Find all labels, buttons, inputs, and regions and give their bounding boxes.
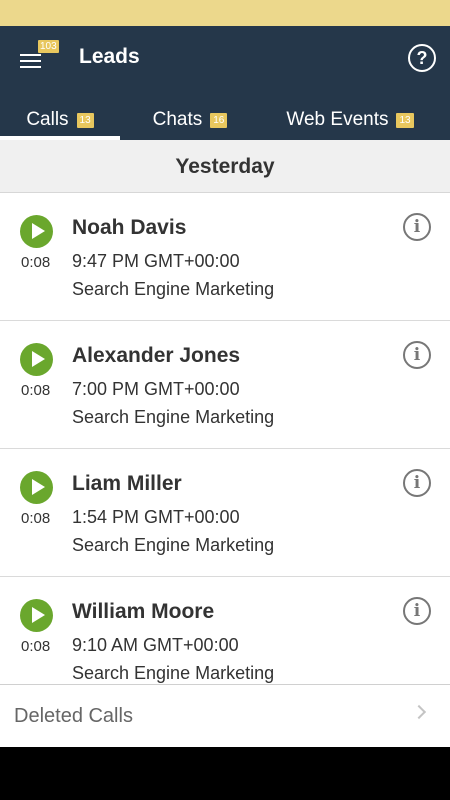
play-icon[interactable] bbox=[20, 599, 53, 632]
tab-calls-count: 13 bbox=[76, 112, 94, 128]
call-source: Search Engine Marketing bbox=[72, 663, 275, 683]
menu-button[interactable]: 103 bbox=[14, 40, 62, 78]
call-time: 1:54 PM GMT+00:00 bbox=[72, 507, 240, 527]
caller-name: Alexander Jones bbox=[72, 344, 241, 367]
list-item[interactable]: 0:08 Liam Miller 1:54 PM GMT+00:00 Searc… bbox=[0, 449, 450, 577]
play-icon[interactable] bbox=[20, 471, 53, 504]
call-duration: 0:08 bbox=[21, 510, 51, 527]
call-time: 7:00 PM GMT+00:00 bbox=[72, 379, 240, 399]
play-icon[interactable] bbox=[20, 343, 53, 376]
caller-name: William Moore bbox=[72, 600, 215, 623]
info-icon[interactable]: i bbox=[403, 213, 431, 241]
call-duration: 0:08 bbox=[21, 638, 51, 655]
menu-badge: 103 bbox=[38, 40, 59, 53]
help-icon[interactable]: ? bbox=[408, 44, 436, 72]
section-header: Yesterday bbox=[0, 140, 450, 193]
tab-chats-count: 16 bbox=[210, 112, 228, 128]
info-icon[interactable]: i bbox=[403, 597, 431, 625]
chevron-right-icon bbox=[411, 704, 427, 720]
list-item[interactable]: 0:08 William Moore 9:10 AM GMT+00:00 Sea… bbox=[0, 577, 450, 684]
call-duration: 0:08 bbox=[21, 254, 51, 271]
list-item[interactable]: 0:08 Alexander Jones 7:00 PM GMT+00:00 S… bbox=[0, 321, 450, 449]
deleted-calls-row[interactable]: Deleted Calls bbox=[0, 684, 450, 747]
caller-name: Noah Davis bbox=[72, 216, 187, 239]
call-source: Search Engine Marketing bbox=[72, 407, 275, 427]
tab-bar: Calls 13 Chats 16 Web Events 13 bbox=[0, 100, 450, 140]
hamburger-icon bbox=[20, 54, 41, 56]
info-icon[interactable]: i bbox=[403, 469, 431, 497]
tab-calls-label: Calls bbox=[26, 109, 69, 130]
system-nav-bar bbox=[0, 747, 450, 800]
call-time: 9:10 AM GMT+00:00 bbox=[72, 635, 239, 655]
tab-web-events-count: 13 bbox=[396, 112, 414, 128]
tab-web-events-label: Web Events bbox=[286, 109, 389, 130]
tab-chats[interactable]: Chats 16 bbox=[135, 100, 245, 140]
info-icon[interactable]: i bbox=[403, 341, 431, 369]
call-duration: 0:08 bbox=[21, 382, 51, 399]
deleted-calls-label: Deleted Calls bbox=[14, 705, 133, 727]
caller-name: Liam Miller bbox=[72, 472, 182, 495]
app-header: 103 Leads ? Calls 13 Chats 16 Web Events… bbox=[0, 26, 450, 140]
status-bar bbox=[0, 0, 450, 26]
play-icon[interactable] bbox=[20, 215, 53, 248]
list-item[interactable]: 0:08 Noah Davis 9:47 PM GMT+00:00 Search… bbox=[0, 193, 450, 321]
tab-web-events[interactable]: Web Events 13 bbox=[265, 100, 435, 140]
tab-chats-label: Chats bbox=[152, 109, 203, 130]
page-title: Leads bbox=[79, 45, 140, 68]
call-source: Search Engine Marketing bbox=[72, 535, 275, 555]
call-source: Search Engine Marketing bbox=[72, 279, 275, 299]
calls-list[interactable]: 0:08 Noah Davis 9:47 PM GMT+00:00 Search… bbox=[0, 193, 450, 684]
call-time: 9:47 PM GMT+00:00 bbox=[72, 251, 240, 271]
tab-calls[interactable]: Calls 13 bbox=[0, 100, 120, 140]
